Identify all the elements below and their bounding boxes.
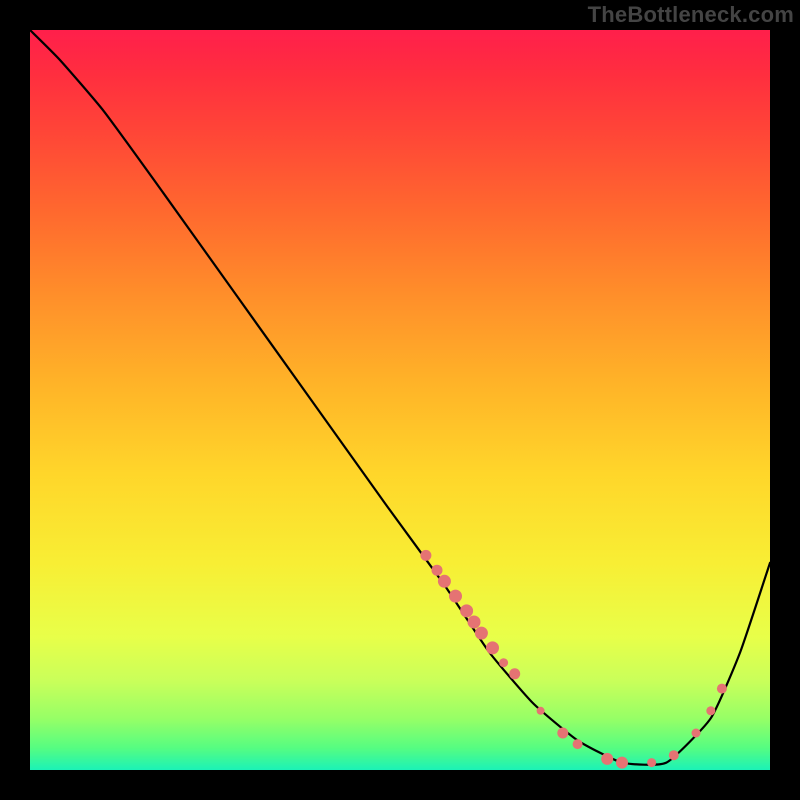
- curve-marker: [573, 739, 583, 749]
- curve-marker: [460, 604, 473, 617]
- bottleneck-curve: [30, 30, 770, 765]
- curve-marker: [499, 658, 508, 667]
- curve-markers: [420, 550, 727, 769]
- curve-marker: [601, 753, 613, 765]
- curve-marker: [692, 729, 701, 738]
- curve-marker: [468, 616, 481, 629]
- curve-marker: [537, 707, 545, 715]
- curve-marker: [432, 565, 443, 576]
- watermark-text: TheBottleneck.com: [588, 2, 794, 28]
- curve-marker: [616, 757, 628, 769]
- curve-marker: [717, 684, 727, 694]
- curve-marker: [438, 575, 451, 588]
- curve-marker: [706, 706, 715, 715]
- curve-marker: [557, 728, 568, 739]
- chart-frame: TheBottleneck.com: [0, 0, 800, 800]
- curve-marker: [647, 758, 656, 767]
- curve-marker: [486, 641, 499, 654]
- curve-marker: [475, 627, 488, 640]
- plot-area: [30, 30, 770, 770]
- curve-layer: [30, 30, 770, 770]
- curve-marker: [509, 668, 520, 679]
- curve-marker: [669, 750, 679, 760]
- curve-marker: [449, 590, 462, 603]
- curve-marker: [420, 550, 431, 561]
